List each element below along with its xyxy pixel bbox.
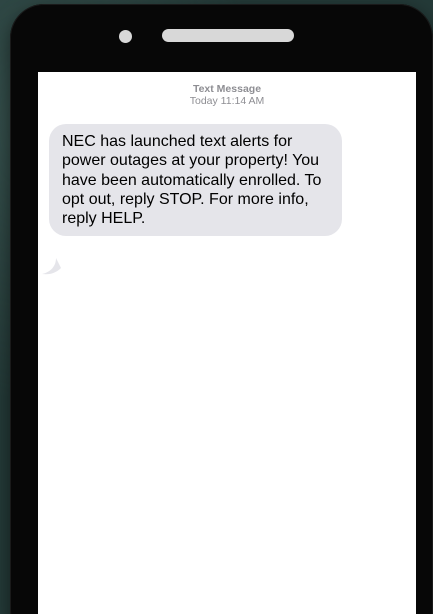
incoming-message-bubble[interactable]: NEC has launched text alerts for power o…: [49, 124, 342, 237]
message-timestamp: Today 11:14 AM: [189, 95, 265, 107]
phone-frame: Text Message Today 11:14 AM NEC has laun…: [10, 4, 433, 614]
conversation-timestamp-header: Text Message Today 11:14 AM: [38, 83, 416, 107]
earpiece-speaker: [162, 29, 294, 42]
bubble-tail-icon: [42, 258, 61, 275]
messages-screen: Text Message Today 11:14 AM NEC has laun…: [38, 72, 416, 614]
message-type-label: Text Message: [192, 83, 262, 95]
message-text: NEC has launched text alerts for power o…: [62, 133, 322, 228]
front-camera: [119, 30, 132, 43]
